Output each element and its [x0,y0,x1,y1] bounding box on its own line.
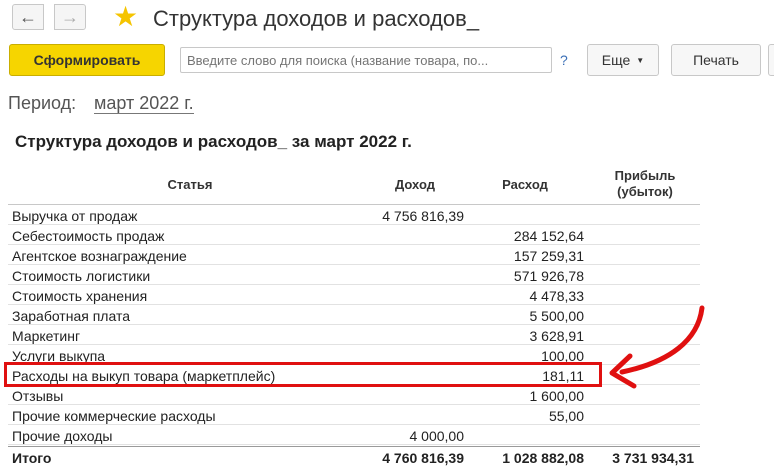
more-button[interactable]: Еще ▼ [587,44,659,76]
highlight-box [4,362,602,387]
column-header-profit: Прибыль (убыток) [595,168,695,200]
print-button[interactable]: Печать [671,44,761,76]
period-label: Период: [8,93,77,113]
cell-name: Стоимость логистики [12,268,151,284]
cell-name: Агентское вознаграждение [12,248,187,264]
caret-down-icon: ▼ [636,55,645,65]
back-button[interactable]: ← [12,4,44,30]
cell-income: 4 756 816,39 [382,208,464,224]
table-row[interactable]: Отзывы 1 600,00 [8,385,700,405]
cell-name: Маркетинг [12,328,81,344]
cell-income: 4 000,00 [409,428,465,444]
toolbar-overflow-button[interactable] [768,44,774,76]
total-name: Итого [12,450,52,466]
total-profit: 3 731 934,31 [612,450,694,466]
cell-name: Прочие доходы [12,428,113,444]
cell-expense: 157 259,31 [513,248,584,264]
report-title: Структура доходов и расходов_ за март 20… [15,132,412,151]
table-row[interactable]: Агентское вознаграждение 157 259,31 [8,245,700,265]
column-header-profit-line2: (убыток) [617,184,673,199]
column-header-item: Статья [167,177,213,192]
cell-expense: 571 926,78 [513,268,584,284]
column-header-expense: Расход [502,177,548,192]
more-button-label: Еще [601,52,631,68]
arrow-left-icon: ← [19,6,37,27]
table-row[interactable]: Стоимость хранения 4 478,33 [8,285,700,305]
table-row[interactable]: Выручка от продаж 4 756 816,39 [8,205,700,225]
generate-report-button[interactable]: Сформировать [9,44,165,76]
cell-expense: 3 628,91 [529,328,585,344]
total-income: 4 760 816,39 [382,450,464,466]
forward-button[interactable]: → [54,4,86,30]
help-icon[interactable]: ? [560,52,568,68]
cell-expense: 55,00 [548,408,584,424]
cell-expense: 5 500,00 [529,308,585,324]
cell-expense: 284 152,64 [513,228,584,244]
column-header-income: Доход [395,177,435,192]
column-header-profit-line1: Прибыль [614,168,676,183]
table-row[interactable]: Стоимость логистики 571 926,78 [8,265,700,285]
search-input[interactable] [180,47,552,73]
total-row: Итого 4 760 816,39 1 028 882,08 3 731 934,3… [8,447,700,467]
cell-expense: 1 600,00 [529,388,585,404]
annotation-arrow-icon [609,305,705,389]
cell-name: Себестоимость продаж [12,228,165,244]
total-expense: 1 028 882,08 [502,450,584,466]
total-divider [8,446,700,447]
table-row[interactable]: Прочие доходы 4 000,00 [8,425,700,445]
arrow-right-icon: → [61,6,79,27]
page-title: Структура доходов и расходов_ [153,6,480,31]
favorite-star-icon[interactable]: ★ [113,2,138,32]
table-row[interactable]: Заработная плата 5 500,00 [8,305,700,325]
cell-name: Заработная плата [12,308,130,324]
table-row[interactable]: Себестоимость продаж 284 152,64 [8,225,700,245]
cell-name: Выручка от продаж [12,208,138,224]
table-row[interactable]: Маркетинг 3 628,91 [8,325,700,345]
cell-name: Стоимость хранения [12,288,148,304]
cell-expense: 4 478,33 [529,288,585,304]
period-selector[interactable]: март 2022 г. [94,93,194,114]
row-divider [8,444,700,445]
cell-name: Прочие коммерческие расходы [12,408,216,424]
cell-name: Отзывы [12,388,64,404]
table-row[interactable]: Прочие коммерческие расходы 55,00 [8,405,700,425]
